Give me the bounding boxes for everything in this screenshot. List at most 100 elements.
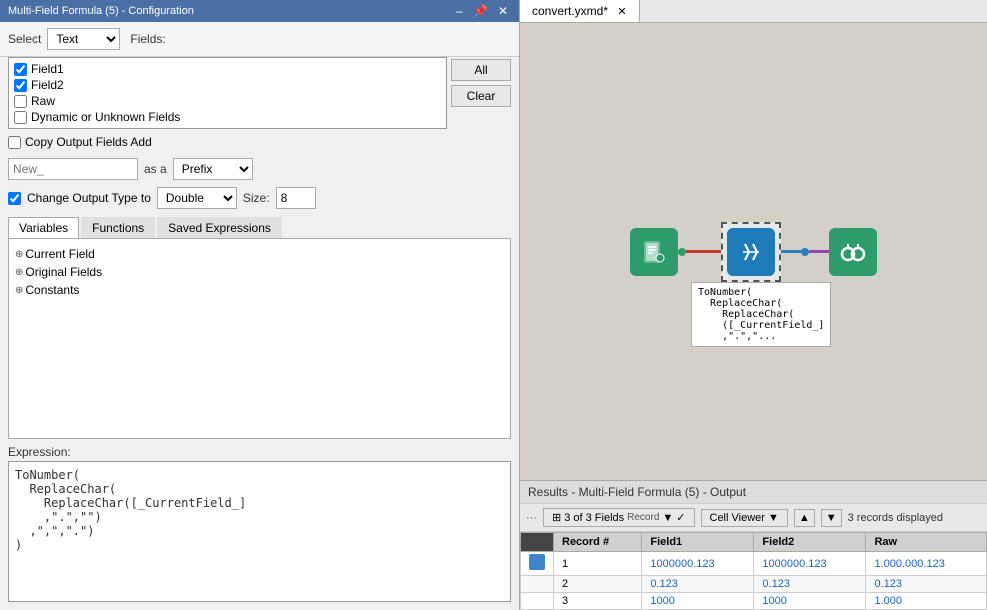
col-header-field1[interactable]: Field1 (642, 533, 754, 552)
cell-record-3: 3 (554, 593, 642, 610)
copy-output-label: Copy Output Fields Add (25, 135, 152, 149)
tab-variables[interactable]: Variables (8, 217, 79, 238)
node-output[interactable] (829, 228, 877, 276)
pin-button[interactable]: 📌 (470, 4, 491, 18)
records-count: 3 records displayed (848, 512, 943, 524)
cell-record-2: 2 (554, 576, 642, 593)
field2-label: Field2 (31, 78, 64, 92)
node-input[interactable] (630, 228, 678, 276)
cell-raw-2[interactable]: 0.123 (866, 576, 987, 593)
clear-button[interactable]: Clear (451, 85, 511, 107)
canvas-area[interactable]: ToNumber( ReplaceChar( ReplaceChar( ([_C… (520, 23, 987, 480)
row-empty-cell (521, 576, 554, 593)
col-header-raw[interactable]: Raw (866, 533, 987, 552)
field-item-dynamic[interactable]: Dynamic or Unknown Fields (14, 109, 441, 125)
size-input[interactable] (276, 187, 316, 209)
select-toolbar: Select Text Number Fields: (0, 22, 519, 57)
expand-icon: ⊕ (15, 249, 23, 260)
tab-content: ⊕ Current Field ⊕ Original Fields ⊕ Cons… (8, 239, 511, 439)
tree-label-constants: Constants (25, 283, 79, 297)
dynamic-checkbox[interactable] (14, 111, 27, 124)
field-item-raw[interactable]: Raw (14, 93, 441, 109)
title-bar: Multi-Field Formula (5) - Configuration … (0, 0, 519, 22)
results-header: Results - Multi-Field Formula (5) - Outp… (520, 481, 987, 504)
expand-icon-constants: ⊕ (15, 285, 23, 296)
cell-field1-1[interactable]: 1000000.123 (642, 552, 754, 576)
formula-icon (727, 228, 775, 276)
results-section: Results - Multi-Field Formula (5) - Outp… (520, 480, 987, 610)
cell-field2-1[interactable]: 1000000.123 (754, 552, 866, 576)
cell-viewer-dropdown: ▼ (768, 512, 779, 524)
type-select[interactable]: Text Number (47, 28, 120, 50)
row-empty-cell-3 (521, 593, 554, 610)
field1-checkbox[interactable] (14, 63, 27, 76)
new-field-row: as a Prefix Suffix (8, 158, 511, 180)
tab-functions[interactable]: Functions (81, 217, 155, 238)
formula-node-container (721, 222, 781, 282)
workflow: ToNumber( ReplaceChar( ReplaceChar( ([_C… (630, 222, 877, 282)
field-item-field2[interactable]: Field2 (14, 77, 441, 93)
sort-desc-button[interactable]: ▼ (821, 509, 842, 527)
tab-close-icon[interactable]: ✕ (617, 6, 626, 18)
cell-raw-3[interactable]: 1.000 (866, 593, 987, 610)
convert-tab[interactable]: convert.yxmd* ✕ (520, 0, 640, 22)
cell-field1-3[interactable]: 1000 (642, 593, 754, 610)
cell-field1-2[interactable]: 0.123 (642, 576, 754, 593)
field2-checkbox[interactable] (14, 79, 27, 92)
cell-field2-2[interactable]: 0.123 (754, 576, 866, 593)
right-tab-bar: convert.yxmd* ✕ (520, 0, 987, 23)
expression-box[interactable]: ToNumber( ReplaceChar( ReplaceChar([_Cur… (8, 461, 511, 602)
tree-item-constants[interactable]: ⊕ Constants (15, 281, 504, 299)
grid-icon: ⊞ (552, 511, 561, 524)
table-row: 1 1000000.123 1000000.123 1.000.000.123 (521, 552, 987, 576)
table-row: 3 1000 1000 1.000 (521, 593, 987, 610)
tab-saved-expressions[interactable]: Saved Expressions (157, 217, 282, 238)
change-output-row: Change Output Type to Double Int32 Strin… (8, 187, 511, 209)
field-item-field1[interactable]: Field1 (14, 61, 441, 77)
fields-label: Fields: (130, 32, 165, 46)
title-bar-buttons: – 📌 ✕ (453, 4, 511, 18)
dots-icon: ··· (526, 512, 537, 524)
left-panel: Multi-Field Formula (5) - Configuration … (0, 0, 520, 610)
tree-label-original: Original Fields (25, 265, 102, 279)
results-toolbar: ··· ⊞ 3 of 3 Fields Record ▼ ✓ Cell View… (520, 504, 987, 532)
expression-section: Expression: ToNumber( ReplaceChar( Repla… (8, 445, 511, 602)
fields-filter-label: 3 of 3 Fields (564, 512, 624, 524)
cell-viewer-button[interactable]: Cell Viewer ▼ (701, 509, 788, 527)
sort-asc-button[interactable]: ▲ (794, 509, 815, 527)
tabs-row: Variables Functions Saved Expressions (8, 217, 511, 239)
field1-label: Field1 (31, 62, 64, 76)
col-header-selector (521, 533, 554, 552)
fields-list: Field1 Field2 Raw Dynamic or Unknown Fie… (8, 57, 447, 129)
fields-filter-button[interactable]: ⊞ 3 of 3 Fields Record ▼ ✓ (543, 508, 695, 527)
tree-item-original-fields[interactable]: ⊕ Original Fields (15, 263, 504, 281)
copy-output-checkbox[interactable] (8, 136, 21, 149)
check-icon: ✓ (676, 511, 685, 524)
row-indicator-cell (521, 552, 554, 576)
raw-label: Raw (31, 94, 55, 108)
close-button[interactable]: ✕ (495, 4, 511, 18)
right-panel: convert.yxmd* ✕ (520, 0, 987, 610)
node-formula[interactable]: ToNumber( ReplaceChar( ReplaceChar( ([_C… (721, 222, 781, 282)
field-buttons: All Clear (451, 57, 511, 129)
minimize-button[interactable]: – (453, 4, 466, 18)
type-value-select[interactable]: Double Int32 String (157, 187, 237, 209)
col-header-record[interactable]: Record # (554, 533, 642, 552)
size-label: Size: (243, 191, 270, 205)
fields-area: Field1 Field2 Raw Dynamic or Unknown Fie… (8, 57, 511, 129)
copy-output-row: Copy Output Fields Add (8, 135, 511, 149)
connector-1 (678, 248, 721, 256)
change-output-checkbox[interactable] (8, 192, 21, 205)
cell-record-1: 1 (554, 552, 642, 576)
col-header-field2[interactable]: Field2 (754, 533, 866, 552)
row-indicator (529, 554, 545, 570)
all-button[interactable]: All (451, 59, 511, 81)
cell-raw-1[interactable]: 1.000.000.123 (866, 552, 987, 576)
new-field-input[interactable] (8, 158, 138, 180)
tree-item-current-field[interactable]: ⊕ Current Field (15, 245, 504, 263)
data-table-container: Record # Field1 Field2 Raw 1 1000000.123… (520, 532, 987, 610)
cell-field2-3[interactable]: 1000 (754, 593, 866, 610)
filter-type-label: Record (627, 512, 659, 523)
raw-checkbox[interactable] (14, 95, 27, 108)
prefix-select[interactable]: Prefix Suffix (173, 158, 253, 180)
